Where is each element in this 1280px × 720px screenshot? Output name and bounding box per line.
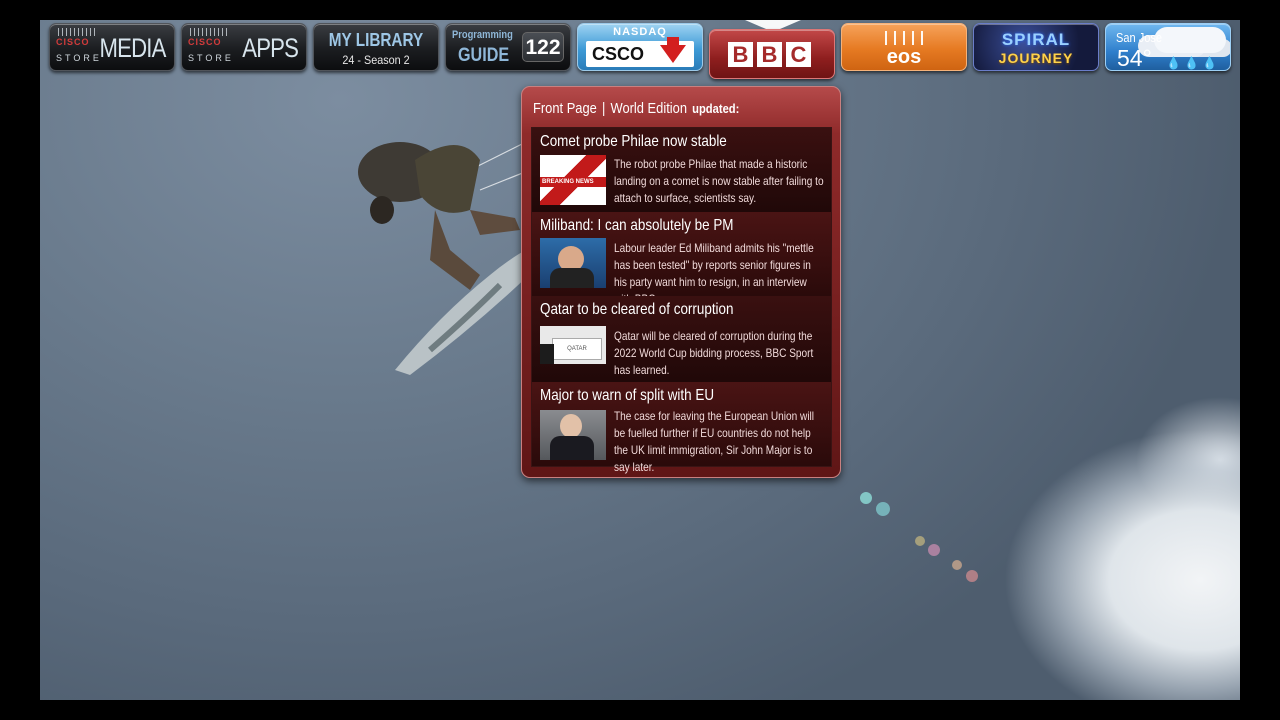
my-library-tile[interactable]: MY LIBRARY 24 - Season 2 <box>313 23 439 71</box>
news-list: Comet probe Philae now stable BREAKING N… <box>531 127 832 474</box>
person-silhouette <box>550 268 594 288</box>
down-arrow-icon <box>660 37 686 63</box>
qatar-card: QATAR <box>552 338 602 360</box>
news-item[interactable]: Miliband: I can absolutely be PM Labour … <box>532 212 831 306</box>
nasdaq-label: NASDAQ <box>613 26 667 38</box>
ticker-box: CSCO <box>586 37 694 67</box>
news-item-title: Qatar to be cleared of corruption <box>540 301 734 318</box>
breaking-news-badge: BREAKING NEWS <box>540 177 606 187</box>
news-thumbnail <box>540 238 606 288</box>
eos-tile[interactable]: eos <box>841 23 967 71</box>
lens-flare <box>876 502 890 516</box>
cisco-logo: cisco <box>188 37 222 47</box>
news-item-title: Comet probe Philae now stable <box>540 133 727 150</box>
journey-label: JOURNEY <box>998 50 1074 66</box>
lens-flare <box>928 544 940 556</box>
cisco-bars-icon <box>885 31 925 45</box>
bbc-letter: B <box>728 42 753 67</box>
news-item[interactable]: Qatar to be cleared of corruption QATAR … <box>532 296 831 382</box>
spiral-journey-tile[interactable]: SPIRAL JOURNEY <box>973 23 1099 71</box>
rain-icon: 💧💧💧 <box>1166 56 1220 70</box>
person-silhouette <box>550 436 594 460</box>
cloud-icon <box>1154 27 1226 53</box>
news-item[interactable]: Comet probe Philae now stable BREAKING N… <box>532 128 831 212</box>
news-item-title: Miliband: I can absolutely be PM <box>540 217 734 234</box>
weather-tile[interactable]: 💧💧💧 San Jose 54° <box>1105 23 1231 71</box>
news-thumbnail: QATAR <box>540 326 606 364</box>
weather-temperature: 54° <box>1117 45 1152 71</box>
news-thumbnail: BREAKING NEWS <box>540 155 606 205</box>
apps-label: APPS <box>242 33 299 63</box>
cisco-bars-icon <box>58 28 98 36</box>
news-item[interactable]: Major to warn of split with EU The case … <box>532 382 831 474</box>
news-thumbnail <box>540 410 606 460</box>
bbc-news-panel: Front Page | World Edition updated: Comet p… <box>521 86 841 478</box>
bbc-news-tile[interactable]: B B C <box>709 29 835 79</box>
nasdaq-ticker-tile[interactable]: NASDAQ CSCO <box>577 23 703 71</box>
news-item-description: The case for leaving the European Union … <box>614 409 815 474</box>
cisco-media-tile[interactable]: cisco STORE MEDIA <box>49 23 175 71</box>
tab-front-page[interactable]: Front Page <box>533 100 597 117</box>
lens-flare <box>966 570 978 582</box>
bbc-letter: B <box>757 42 782 67</box>
weather-city: San Jose <box>1116 30 1163 45</box>
hand-shape <box>540 344 554 364</box>
news-panel-header: Front Page | World Edition updated: <box>533 100 739 117</box>
guide-label: GUIDE <box>458 45 510 66</box>
channel-number: 122 <box>522 32 564 62</box>
programming-label: Programming <box>452 29 513 41</box>
person-silhouette <box>560 414 582 438</box>
store-label: STORE <box>56 53 102 63</box>
cisco-logo: cisco <box>56 37 90 47</box>
news-item-description: Qatar will be cleared of corruption duri… <box>614 329 814 377</box>
ticker-symbol: CSCO <box>592 44 645 64</box>
spiral-label: SPIRAL <box>1001 30 1071 49</box>
updated-label: updated: <box>692 101 740 116</box>
cisco-apps-tile[interactable]: cisco STORE APPS <box>181 23 307 71</box>
news-item-title: Major to warn of split with EU <box>540 387 715 404</box>
store-label: STORE <box>188 53 234 63</box>
eos-label: eos <box>886 46 922 68</box>
programming-guide-tile[interactable]: Programming GUIDE 122 <box>445 23 571 71</box>
tab-separator: | <box>601 100 606 117</box>
lens-flare <box>952 560 962 570</box>
lens-flare <box>915 536 925 546</box>
media-label: MEDIA <box>99 33 167 63</box>
bbc-letter: C <box>786 42 811 67</box>
bbc-logo: B B C <box>728 42 811 67</box>
cisco-bars-icon <box>190 28 230 36</box>
my-library-subtitle: 24 - Season 2 <box>342 53 410 67</box>
my-library-title: MY LIBRARY <box>328 30 424 50</box>
tab-world-edition[interactable]: World Edition <box>611 100 687 117</box>
news-item-description: The robot probe Philae that made a histo… <box>614 157 824 205</box>
lens-flare <box>860 492 872 504</box>
